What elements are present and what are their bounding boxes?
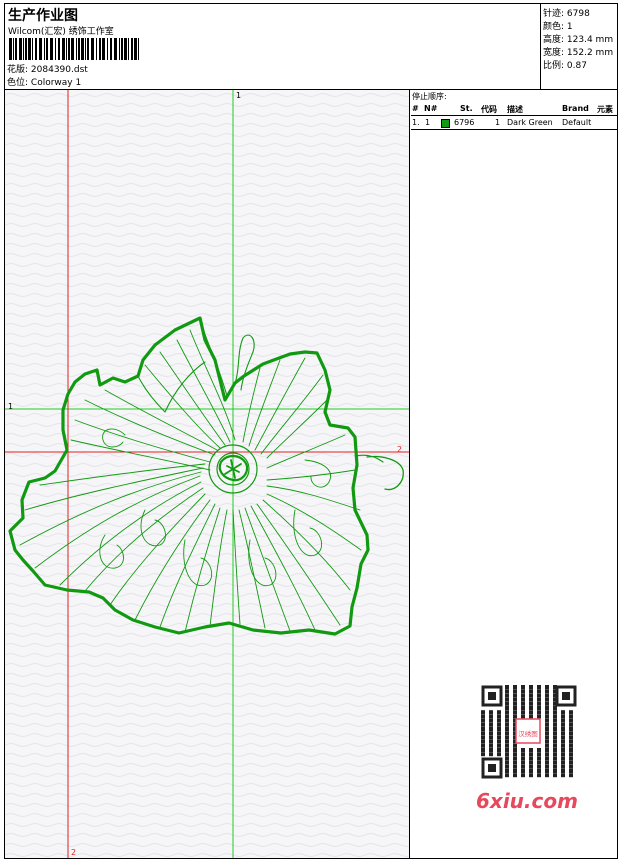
stat-label: 比例:	[543, 61, 565, 71]
stat-label: 针迹:	[543, 9, 565, 19]
page-title: 生产作业图	[8, 8, 78, 24]
col-n: N#	[424, 104, 438, 113]
guide-label-red-horizontal: 2	[397, 445, 403, 454]
fabric-texture	[5, 90, 409, 858]
col-index: #	[412, 104, 419, 113]
row-index: 1.	[412, 118, 420, 127]
colorway-row: 色位: Colorway 1	[7, 75, 81, 88]
stat-value: 1	[566, 22, 573, 32]
thread-color-swatch	[441, 119, 450, 128]
stat-value: 6798	[566, 9, 590, 19]
row-stitches: 6796	[454, 118, 475, 127]
col-code: 代码	[481, 105, 497, 114]
col-brand: Brand	[562, 104, 589, 113]
stop-sequence-header: # N# St. 代码 描述 Brand 元素	[411, 103, 617, 116]
guide-label-green-vertical: 1	[236, 91, 242, 100]
stat-width: 宽度: 152.2 mm	[543, 45, 613, 58]
col-element: 元素	[597, 105, 613, 114]
row-description: Dark Green	[507, 118, 553, 127]
embroidery-preview	[5, 90, 409, 858]
design-label: 花版:	[7, 65, 29, 75]
guide-label-green-horizontal: 1	[8, 402, 14, 411]
watermark-text: 6xiu.com	[476, 789, 578, 813]
stat-height: 高度: 123.4 mm	[543, 32, 613, 45]
stat-scale: 比例: 0.87	[543, 58, 587, 71]
row-code: 1	[495, 118, 501, 127]
stat-value: 123.4 mm	[566, 35, 614, 45]
header-info: 生产作业图 Wilcom(汇宏) 绣饰工作室 花版: 2084390.dst 色…	[5, 4, 541, 89]
worksheet-header: 生产作业图 Wilcom(汇宏) 绣饰工作室 花版: 2084390.dst 色…	[5, 4, 617, 90]
stat-label: 颜色:	[543, 22, 565, 32]
qr-center-text: 汉绣图	[518, 729, 538, 738]
col-description: 描述	[507, 105, 523, 114]
stat-label: 高度:	[543, 35, 565, 45]
stat-label: 宽度:	[543, 48, 565, 58]
colorway-value: Colorway 1	[30, 78, 82, 88]
stat-colors: 颜色: 1	[543, 19, 573, 32]
company-name: Wilcom(汇宏) 绣饰工作室	[8, 27, 114, 37]
col-stitches: St.	[460, 104, 473, 113]
stop-sequence-title: 停止顺序:	[412, 92, 447, 101]
table-row[interactable]: 1. 1 6796 1 Dark Green Default	[411, 117, 617, 130]
row-n: 1	[425, 118, 431, 127]
barcode	[9, 38, 139, 60]
stat-value: 0.87	[566, 61, 587, 71]
qr-code: 汉绣图	[471, 681, 585, 779]
guide-label-red-vertical: 2	[71, 848, 77, 857]
stat-stitches: 针迹: 6798	[543, 6, 590, 19]
row-brand: Default	[562, 118, 592, 127]
qr-code-graphic: 汉绣图	[481, 685, 577, 779]
colorway-label: 色位:	[7, 78, 29, 88]
design-stats: 针迹: 6798 颜色: 1 高度: 123.4 mm 宽度: 152.2 mm…	[542, 4, 617, 89]
design-canvas: 1 1 2 2	[5, 90, 410, 858]
stat-value: 152.2 mm	[566, 48, 614, 58]
design-value: 2084390.dst	[30, 65, 88, 75]
design-row: 花版: 2084390.dst	[7, 62, 88, 75]
